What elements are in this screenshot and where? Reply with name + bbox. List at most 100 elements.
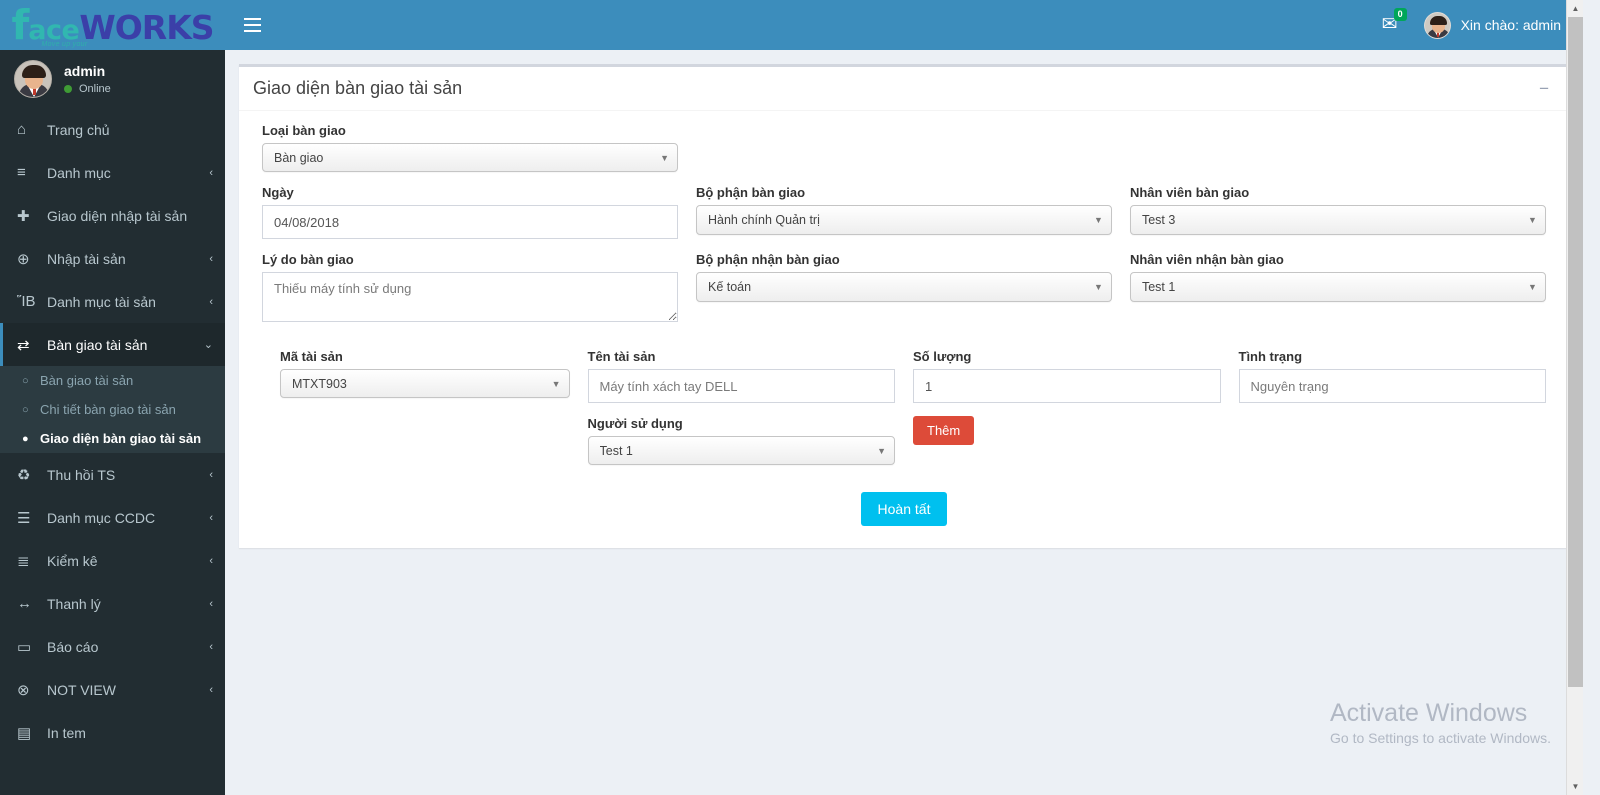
asset-name-input[interactable] bbox=[587, 369, 895, 403]
quantity-input[interactable] bbox=[913, 369, 1221, 403]
sidebar-item-2[interactable]: ✚ Giao diện nhập tài sản bbox=[0, 194, 225, 237]
field-bo-phan-nhan: Bộ phận nhận bàn giao Kế toán ▼ bbox=[687, 252, 1121, 335]
watermark-subtitle: Go to Settings to activate Windows. bbox=[1330, 730, 1551, 746]
label-nhan-vien-nhan: Nhân viên nhận bàn giao bbox=[1129, 252, 1284, 267]
field-loai-ban-giao: Loại bàn giao Bàn giao ▼ bbox=[253, 123, 687, 185]
sidebar-item-label: Nhập tài sản bbox=[47, 250, 126, 267]
select-bo-phan-ban-giao[interactable]: Hành chính Quản trị bbox=[695, 205, 1112, 235]
circle-o-icon: ○ bbox=[22, 374, 29, 387]
online-dot-icon bbox=[64, 85, 72, 93]
sidebar-item-label: Giao diện nhập tài sản bbox=[47, 207, 188, 224]
sidebar-item-11[interactable]: ⊗ NOT VIEW ‹ bbox=[0, 668, 225, 711]
sidebar-item-3[interactable]: ⊕ Nhập tài sản ‹ bbox=[0, 237, 225, 280]
sidebar-item-label: Danh mục CCDC bbox=[47, 509, 156, 526]
plus-icon: ✚ bbox=[17, 207, 30, 225]
sidebar-subitem-0[interactable]: ○ Bàn giao tài sản bbox=[0, 366, 225, 395]
sidebar-item-6[interactable]: ♻ Thu hồi TS ‹ bbox=[0, 453, 225, 496]
field-so-luong: Số lượng Thêm bbox=[904, 349, 1230, 478]
chevron-left-icon: ‹ bbox=[209, 252, 213, 265]
messages-button[interactable]: ✉ 0 bbox=[1382, 8, 1407, 35]
form-row-3: Lý do bàn giao Bộ phận nhận bàn giao Kế … bbox=[253, 252, 1555, 335]
asset-row: Mã tài sản MTXT903 ▼ Tên tài sản Máy tín… bbox=[253, 349, 1555, 478]
hamburger-icon[interactable] bbox=[231, 0, 273, 50]
label-nguoi-su-dung: Người sử dụng bbox=[587, 416, 683, 431]
greeting-label: Xin chào: admin bbox=[1460, 17, 1561, 33]
exchange-icon: ⇄ bbox=[17, 336, 30, 354]
select-bo-phan-nhan[interactable]: Kế toán bbox=[695, 272, 1112, 302]
mail-count-badge: 0 bbox=[1393, 8, 1407, 21]
scroll-up-arrow-icon[interactable]: ▲ bbox=[1567, 0, 1583, 17]
sidebar-item-10[interactable]: ▭ Báo cáo ‹ bbox=[0, 625, 225, 668]
sidebar-item-label: In tem bbox=[47, 724, 86, 741]
sidebar-item-4[interactable]: ἽB Danh mục tài sản ‹ bbox=[0, 280, 225, 323]
sidebar-item-8[interactable]: ≣ Kiểm kê ‹ bbox=[0, 539, 225, 582]
topbar-right: ✉ 0 Xin chào: admin bbox=[1382, 8, 1583, 39]
bank-icon: ἽB bbox=[17, 293, 36, 310]
select-nguoi-su-dung[interactable]: Test 1 bbox=[587, 436, 895, 465]
field-ngay: Ngày bbox=[253, 185, 687, 252]
add-button[interactable]: Thêm bbox=[913, 416, 975, 445]
sidebar-subitem-1[interactable]: ○ Chi tiết bàn giao tài sản bbox=[0, 395, 225, 424]
field-nguoi-su-dung: Người sử dụng Test 1 ▼ bbox=[587, 416, 895, 465]
label-so-luong: Số lượng bbox=[913, 349, 972, 364]
form-row-type: Loại bàn giao Bàn giao ▼ bbox=[253, 123, 1555, 185]
page-title: Giao diện bàn giao tài sản bbox=[253, 78, 463, 98]
label-ly-do: Lý do bàn giao bbox=[262, 252, 354, 267]
select-nhan-vien-ban-giao[interactable]: Test 3 bbox=[1129, 205, 1546, 235]
spacer-b bbox=[1121, 123, 1555, 185]
field-ma-tai-san: Mã tài sản MTXT903 ▼ bbox=[253, 349, 579, 478]
chevron-down-icon: ⌄ bbox=[203, 339, 213, 351]
sidebar-item-12[interactable]: ▤ In tem bbox=[0, 711, 225, 754]
user-name: admin bbox=[64, 63, 106, 79]
label-ngay: Ngày bbox=[262, 185, 294, 200]
sidebar-user-panel[interactable]: admin Online bbox=[0, 50, 225, 108]
recycle-icon: ♻ bbox=[17, 466, 31, 484]
sidebar-item-0[interactable]: ⌂ Trang chủ bbox=[0, 108, 225, 151]
select-ma-tai-san[interactable]: MTXT903 bbox=[280, 369, 570, 398]
app-root: faceWORKS Move up your admin Online ⌂ Tra… bbox=[0, 0, 1583, 795]
actions-row: Hoàn tất bbox=[253, 492, 1555, 526]
user-status-label: Online bbox=[79, 83, 111, 95]
database-icon: ≣ bbox=[17, 552, 30, 570]
user-menu[interactable]: Xin chào: admin bbox=[1423, 11, 1561, 39]
sidebar: faceWORKS Move up your admin Online ⌂ Tra… bbox=[0, 0, 225, 795]
minus-icon[interactable]: − bbox=[1533, 78, 1555, 99]
condition-input[interactable] bbox=[1238, 369, 1546, 403]
chevron-left-icon: ‹ bbox=[209, 640, 213, 653]
label-tinh-trang: Tình trạng bbox=[1238, 349, 1303, 364]
sidebar-item-9[interactable]: ↔ Thanh lý ‹ bbox=[0, 582, 225, 625]
sidebar-item-5[interactable]: ⇄ Bàn giao tài sản ⌄ bbox=[0, 323, 225, 366]
sidebar-item-1[interactable]: ≡ Danh mục ‹ bbox=[0, 151, 225, 194]
label-loai-ban-giao: Loại bàn giao bbox=[262, 123, 346, 138]
label-bo-phan-ban-giao: Bộ phận bàn giao bbox=[695, 185, 806, 200]
avatar bbox=[1423, 11, 1451, 39]
select-loai-ban-giao[interactable]: Bàn giao bbox=[262, 143, 678, 172]
avatar bbox=[14, 60, 52, 98]
brand-logo[interactable]: faceWORKS Move up your bbox=[0, 0, 225, 50]
chevron-left-icon: ‹ bbox=[209, 468, 213, 481]
chevron-left-icon: ‹ bbox=[209, 166, 213, 179]
date-input[interactable] bbox=[262, 205, 678, 239]
spacer-a bbox=[687, 123, 1121, 185]
page-scrollbar[interactable]: ▲ ▼ bbox=[1566, 0, 1583, 795]
sidebar-menu: ⌂ Trang chủ ≡ Danh mục ‹ ✚ Giao diện nhập tài … bbox=[0, 108, 225, 754]
sidebar-item-label: Thanh lý bbox=[47, 595, 101, 612]
label-ma-tai-san: Mã tài sản bbox=[280, 349, 343, 364]
scroll-down-arrow-icon[interactable]: ▼ bbox=[1567, 778, 1583, 795]
sidebar-submenu: ○ Bàn giao tài sản ○ Chi tiết bàn giao tài … bbox=[0, 366, 225, 453]
sidebar-subitem-2[interactable]: ● Giao diện bàn giao tài sản bbox=[0, 424, 225, 453]
chevron-left-icon: ‹ bbox=[209, 554, 213, 567]
field-bo-phan-ban-giao: Bộ phận bàn giao Hành chính Quản trị ▼ bbox=[687, 185, 1121, 252]
form-row-2: Ngày Bộ phận bàn giao Hành chính Quản tr… bbox=[253, 185, 1555, 252]
finish-button[interactable]: Hoàn tất bbox=[860, 492, 948, 526]
sidebar-item-label: Trang chủ bbox=[47, 121, 110, 138]
plus-circle-icon: ⊕ bbox=[17, 250, 30, 268]
reason-textarea[interactable] bbox=[262, 272, 678, 322]
sidebar-item-label: Kiểm kê bbox=[47, 552, 98, 569]
panel-tools: − bbox=[1533, 78, 1555, 99]
panel-header: Giao diện bàn giao tài sản − bbox=[239, 67, 1569, 111]
sidebar-item-label: Thu hồi TS bbox=[47, 466, 116, 483]
sidebar-item-7[interactable]: ☰ Danh mục CCDC ‹ bbox=[0, 496, 225, 539]
select-nhan-vien-nhan[interactable]: Test 1 bbox=[1129, 272, 1546, 302]
scrollbar-thumb[interactable] bbox=[1568, 17, 1583, 687]
